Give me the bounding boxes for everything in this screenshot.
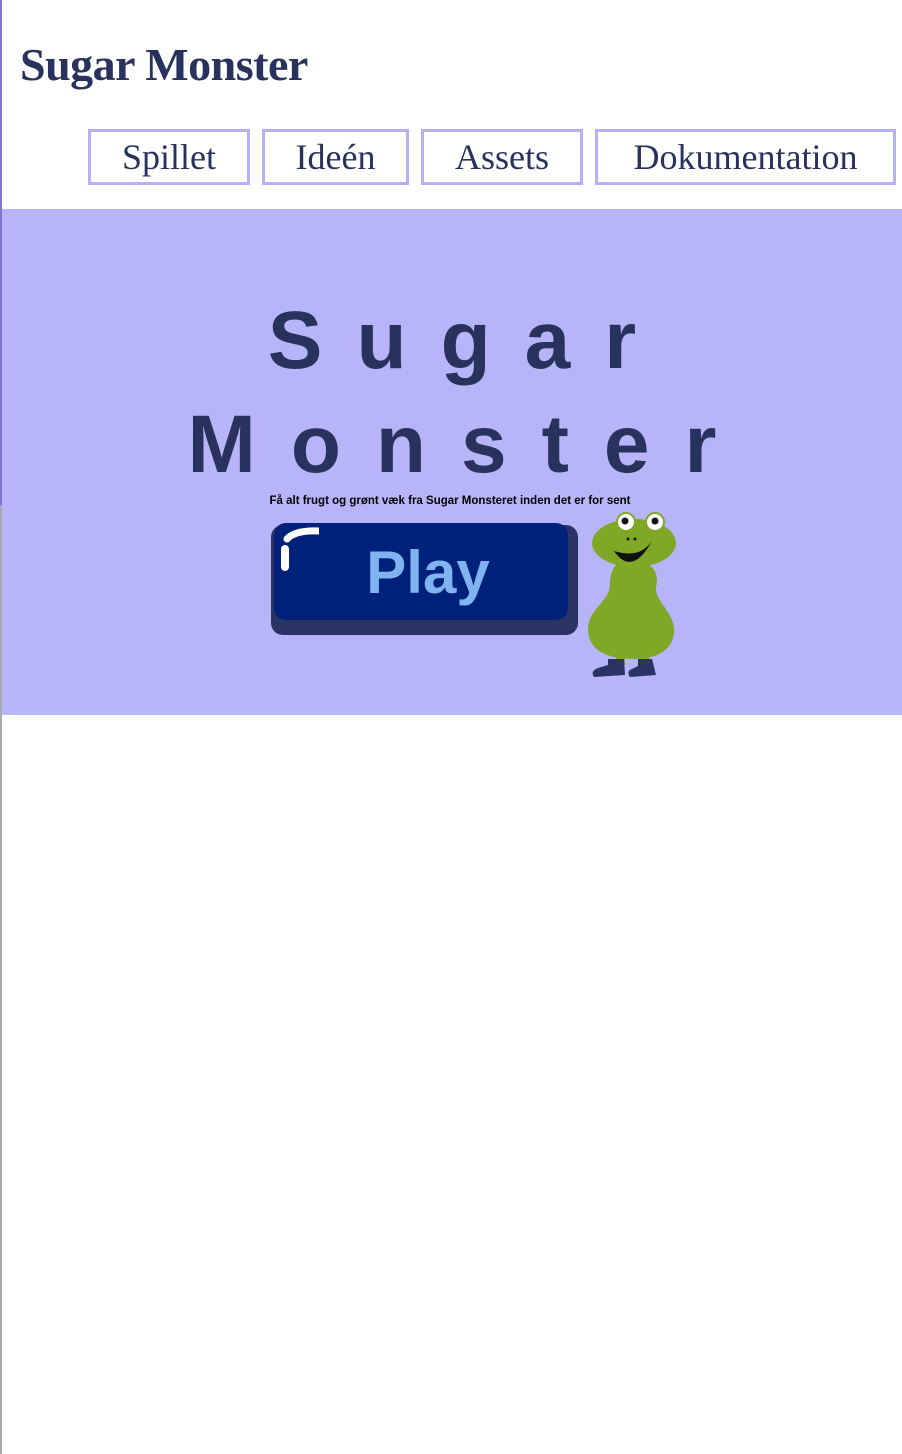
nav-button-assets[interactable]: Assets [421, 129, 583, 185]
game-canvas[interactable]: Sugar Monster Få alt frugt og grønt væk … [2, 209, 902, 715]
site-title: Sugar Monster [20, 39, 308, 90]
play-button-label: Play [366, 539, 490, 606]
nav-button-ideen[interactable]: Ideén [262, 129, 409, 185]
play-button[interactable]: Play [271, 523, 579, 635]
game-title-line-1: Sugar [267, 295, 671, 386]
game-title-line-2: Monster [187, 399, 752, 490]
game-tagline: Få alt frugt og grønt væk fra Sugar Mons… [269, 495, 631, 507]
nav-button-spillet[interactable]: Spillet [88, 129, 250, 185]
green-monster-icon [588, 512, 676, 677]
nav-button-dokumentation[interactable]: Dokumentation [595, 129, 896, 185]
